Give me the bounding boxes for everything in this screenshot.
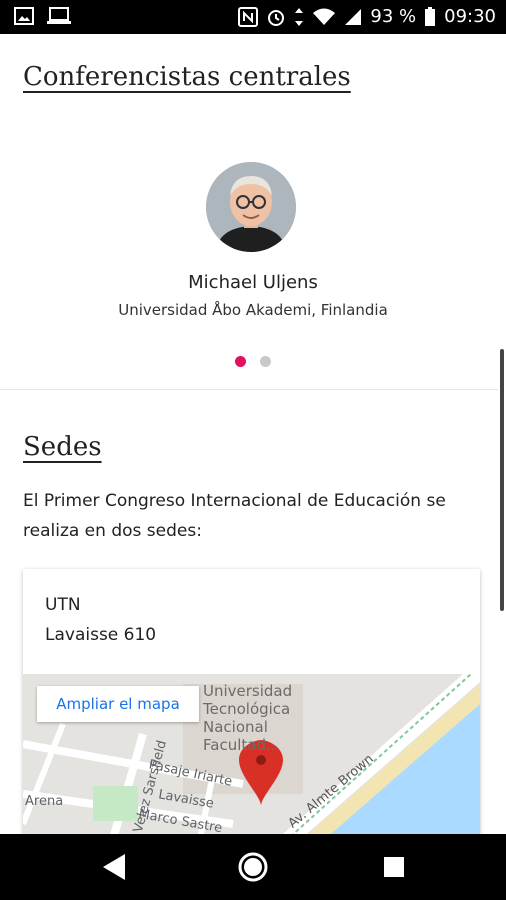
image-icon bbox=[14, 7, 34, 25]
status-bar: 93 % 09:30 bbox=[0, 0, 506, 34]
battery-icon bbox=[424, 6, 436, 27]
speaker-affiliation: Universidad Åbo Akademi, Finlandia bbox=[118, 301, 388, 319]
data-arrows-icon bbox=[294, 7, 304, 27]
pager-dot-active[interactable] bbox=[235, 356, 246, 367]
laptop-icon bbox=[46, 7, 72, 25]
venue-address: Lavaisse 610 bbox=[45, 625, 157, 645]
section-divider bbox=[0, 389, 498, 390]
back-icon[interactable] bbox=[98, 851, 130, 883]
nfc-icon bbox=[238, 6, 259, 27]
poi-line: Universidad bbox=[203, 682, 293, 700]
map-poi-label[interactable]: Universidad Tecnológica Nacional Faculta… bbox=[203, 682, 292, 754]
speaker-name: Michael Uljens bbox=[188, 272, 318, 293]
battery-percent: 93 % bbox=[370, 6, 417, 27]
system-nav-bar bbox=[0, 834, 506, 900]
poi-line: Facultad... bbox=[203, 736, 281, 754]
street-label: Arena bbox=[25, 794, 64, 809]
clock-time: 09:30 bbox=[444, 6, 496, 27]
scrollbar-thumb[interactable] bbox=[500, 349, 504, 611]
signal-icon bbox=[344, 8, 362, 26]
enlarge-map-button[interactable]: Ampliar el mapa bbox=[37, 686, 199, 722]
home-icon[interactable] bbox=[237, 851, 269, 883]
speaker-avatar[interactable] bbox=[206, 162, 296, 252]
speakers-section-title: Conferencistas centrales bbox=[23, 62, 351, 92]
venue-name: UTN bbox=[45, 595, 81, 615]
venue-card[interactable]: UTN Lavaisse 610 Ampliar el mapa Univers… bbox=[23, 569, 480, 834]
pager-dot[interactable] bbox=[260, 356, 271, 367]
poi-line: Tecnológica bbox=[203, 700, 291, 718]
venue-map[interactable]: Ampliar el mapa Universidad Tecnológica … bbox=[23, 674, 480, 834]
main-content[interactable]: Conferencistas centrales Michael Uljens … bbox=[0, 34, 506, 834]
venues-description: El Primer Congreso Internacional de Educ… bbox=[23, 491, 446, 541]
wifi-icon bbox=[312, 8, 336, 26]
venues-section-title: Sedes bbox=[23, 432, 102, 462]
recents-icon[interactable] bbox=[378, 851, 410, 883]
carousel-pager bbox=[0, 356, 506, 367]
alarm-icon bbox=[266, 7, 286, 27]
poi-line: Nacional bbox=[203, 718, 268, 736]
